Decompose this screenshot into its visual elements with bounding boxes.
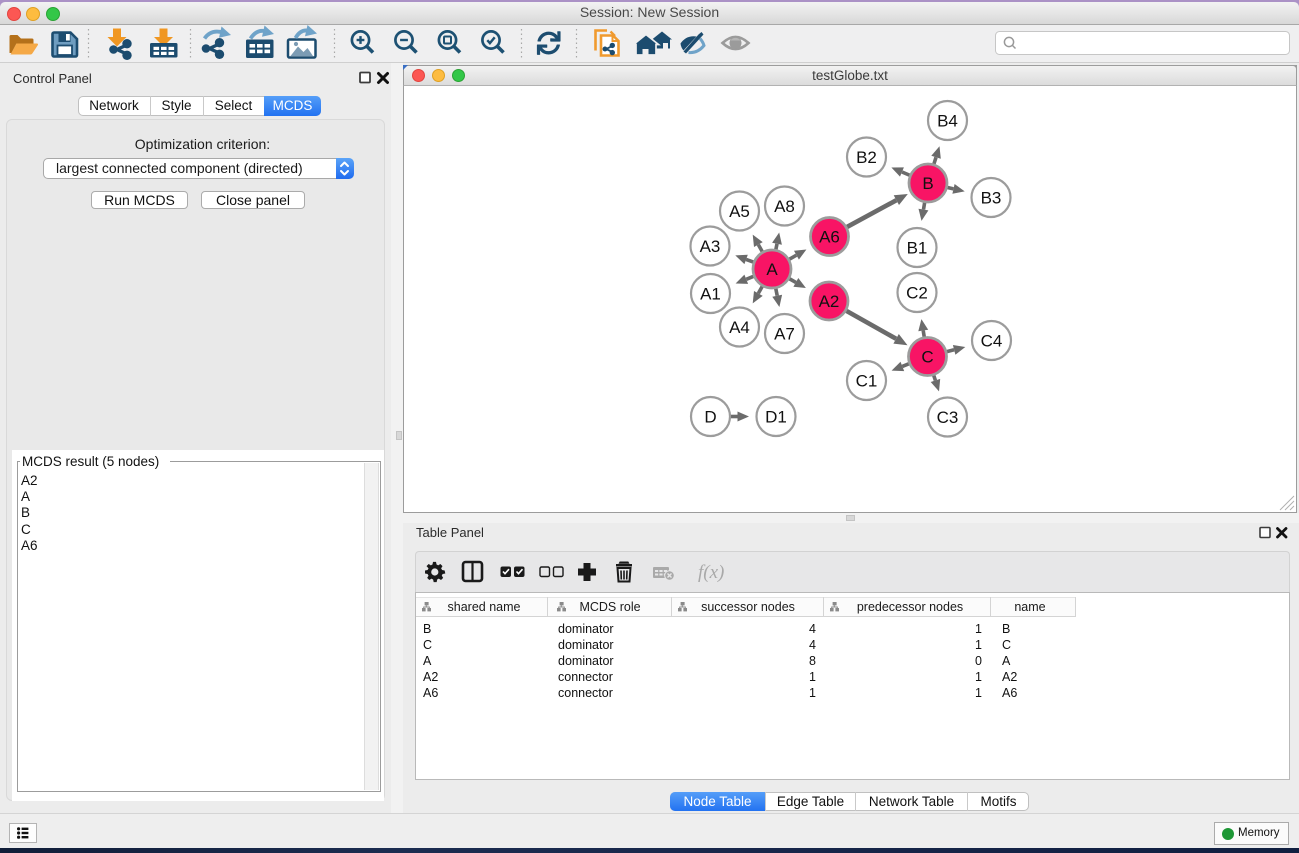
svg-text:f(x): f(x) — [698, 562, 724, 583]
svg-text:A: A — [1002, 654, 1011, 668]
svg-text:shared name: shared name — [448, 600, 521, 614]
svg-text:1: 1 — [975, 670, 982, 684]
svg-text:D: D — [704, 408, 716, 427]
svg-text:A4: A4 — [729, 318, 750, 337]
svg-text:B3: B3 — [981, 189, 1002, 208]
svg-text:A7: A7 — [774, 325, 795, 344]
svg-text:A2: A2 — [423, 670, 438, 684]
svg-text:1: 1 — [975, 686, 982, 700]
svg-text:A: A — [423, 654, 432, 668]
svg-text:1: 1 — [975, 638, 982, 652]
svg-text:name: name — [1014, 600, 1045, 614]
svg-text:C2: C2 — [906, 284, 928, 303]
svg-text:A6: A6 — [423, 686, 438, 700]
svg-text:A: A — [766, 260, 778, 279]
svg-text:C4: C4 — [981, 332, 1003, 351]
svg-text:B1: B1 — [907, 239, 928, 258]
svg-text:connector: connector — [558, 670, 613, 684]
svg-text:C3: C3 — [937, 408, 959, 427]
svg-text:B: B — [1002, 622, 1010, 636]
svg-text:A1: A1 — [700, 285, 721, 304]
svg-text:C: C — [921, 348, 933, 367]
svg-text:predecessor nodes: predecessor nodes — [857, 600, 963, 614]
svg-text:A8: A8 — [774, 197, 795, 216]
svg-text:dominator: dominator — [558, 622, 614, 636]
svg-text:B: B — [922, 174, 933, 193]
svg-text:1: 1 — [975, 622, 982, 636]
svg-text:A3: A3 — [700, 237, 721, 256]
svg-text:connector: connector — [558, 686, 613, 700]
svg-text:D1: D1 — [765, 408, 787, 427]
svg-text:A6: A6 — [819, 228, 840, 247]
svg-text:1: 1 — [809, 686, 816, 700]
svg-text:C: C — [1002, 638, 1011, 652]
svg-text:0: 0 — [975, 654, 982, 668]
svg-text:dominator: dominator — [558, 638, 614, 652]
svg-text:dominator: dominator — [558, 654, 614, 668]
svg-text:4: 4 — [809, 622, 816, 636]
svg-text:A6: A6 — [1002, 686, 1017, 700]
svg-text:4: 4 — [809, 638, 816, 652]
svg-text:B: B — [423, 622, 431, 636]
svg-text:A5: A5 — [729, 202, 750, 221]
svg-text:C: C — [423, 638, 432, 652]
svg-text:successor nodes: successor nodes — [701, 600, 795, 614]
svg-text:C1: C1 — [856, 372, 878, 391]
svg-text:A2: A2 — [1002, 670, 1017, 684]
svg-text:8: 8 — [809, 654, 816, 668]
svg-text:1: 1 — [809, 670, 816, 684]
svg-text:A2: A2 — [819, 292, 840, 311]
svg-text:B2: B2 — [856, 148, 877, 167]
svg-text:MCDS role: MCDS role — [579, 600, 640, 614]
svg-text:B4: B4 — [937, 112, 958, 131]
